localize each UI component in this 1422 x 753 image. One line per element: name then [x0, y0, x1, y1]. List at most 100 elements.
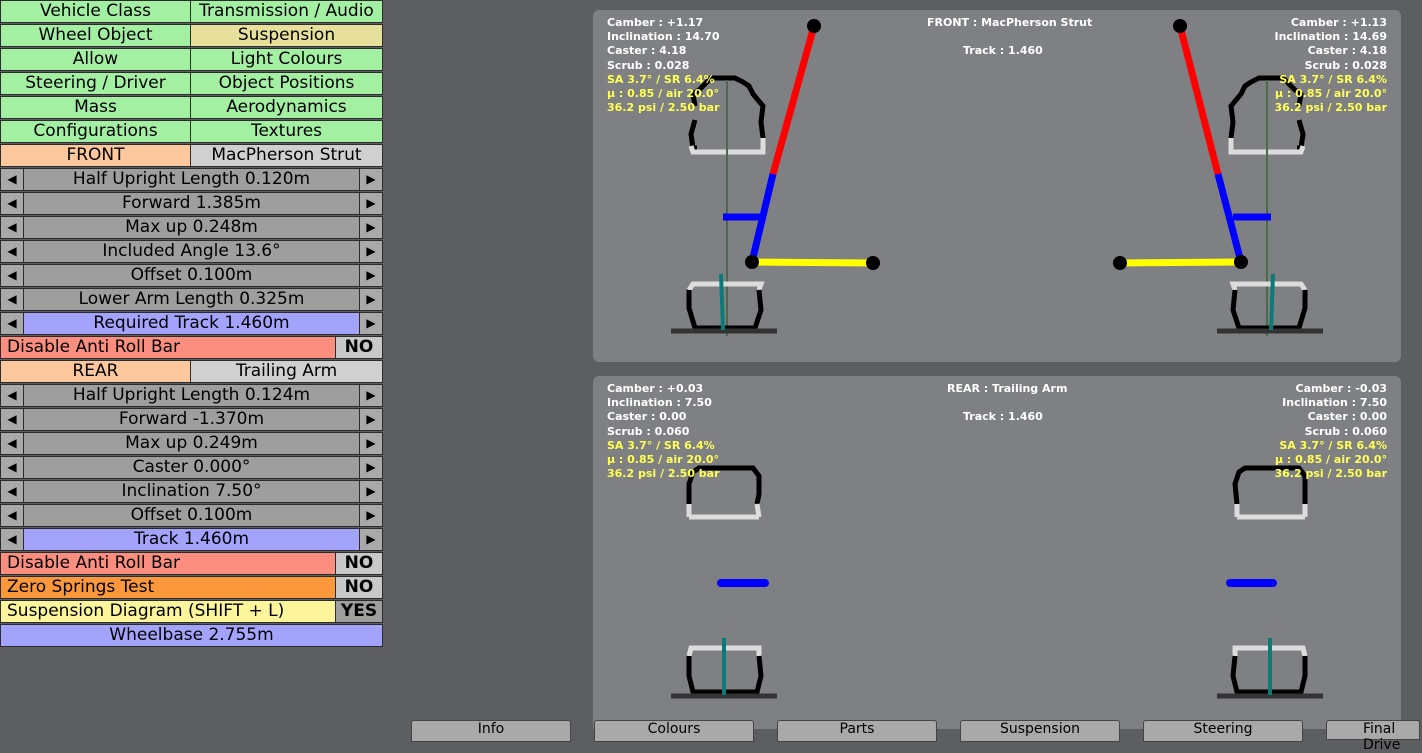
rear-header: REAR Trailing Arm — [0, 360, 383, 383]
menu-allow[interactable]: Allow — [0, 48, 191, 71]
front-anti-roll-row: Disable Anti Roll Bar NO — [0, 336, 383, 359]
decrease-arrow[interactable]: ◀ — [0, 480, 24, 503]
rear-offset[interactable]: Offset 0.100m — [23, 504, 360, 527]
front-forward[interactable]: Forward 1.385m — [23, 192, 360, 215]
rear-anti-roll-value[interactable]: NO — [335, 552, 383, 575]
front-anti-roll-value[interactable]: NO — [335, 336, 383, 359]
decrease-arrow[interactable]: ◀ — [0, 432, 24, 455]
front-left-pressure: 36.2 psi / 2.50 bar — [607, 101, 720, 115]
front-disable-anti-roll-bar[interactable]: Disable Anti Roll Bar — [0, 336, 336, 359]
tab-suspension[interactable]: Suspension — [960, 720, 1120, 742]
rear-left-scrub: Scrub : 0.060 — [607, 424, 690, 438]
menu-vehicle-class[interactable]: Vehicle Class — [0, 0, 191, 23]
tab-final-drive[interactable]: Final Drive — [1326, 720, 1420, 753]
decrease-arrow[interactable]: ◀ — [0, 528, 24, 551]
menu-row: Allow Light Colours — [0, 48, 383, 71]
wheelbase-row: Wheelbase 2.755m — [0, 624, 383, 647]
front-param-row: ◀ Required Track 1.460m ▶ — [0, 312, 383, 335]
front-left-inner-pivot — [866, 256, 880, 270]
menu-transmission-audio[interactable]: Transmission / Audio — [190, 0, 383, 23]
rear-left-slip: SA 3.7° / SR 6.4% — [607, 438, 715, 452]
menu-configurations[interactable]: Configurations — [0, 120, 191, 143]
tab-info[interactable]: Info — [411, 720, 571, 742]
decrease-arrow[interactable]: ◀ — [0, 168, 24, 191]
front-param-row: ◀ Max up 0.248m ▶ — [0, 216, 383, 239]
increase-arrow[interactable]: ▶ — [359, 216, 383, 239]
rear-axle-label[interactable]: REAR — [0, 360, 191, 383]
front-left-lower-arm — [751, 258, 874, 267]
front-included-angle[interactable]: Included Angle 13.6° — [23, 240, 360, 263]
rear-param-row: ◀ Offset 0.100m ▶ — [0, 504, 383, 527]
front-suspension-type[interactable]: MacPherson Strut — [190, 144, 383, 167]
decrease-arrow[interactable]: ◀ — [0, 216, 24, 239]
rear-left-pressure: 36.2 psi / 2.50 bar — [607, 467, 720, 481]
increase-arrow[interactable]: ▶ — [359, 528, 383, 551]
increase-arrow[interactable]: ▶ — [359, 480, 383, 503]
increase-arrow[interactable]: ▶ — [359, 432, 383, 455]
menu-suspension[interactable]: Suspension — [190, 24, 383, 47]
rear-track[interactable]: Track 1.460m — [23, 528, 360, 551]
front-max-up[interactable]: Max up 0.248m — [23, 216, 360, 239]
increase-arrow[interactable]: ▶ — [359, 384, 383, 407]
increase-arrow[interactable]: ▶ — [359, 288, 383, 311]
menu-mass[interactable]: Mass — [0, 96, 191, 119]
decrease-arrow[interactable]: ◀ — [0, 192, 24, 215]
front-right-scrub: Scrub : 0.028 — [1304, 58, 1387, 72]
front-required-track[interactable]: Required Track 1.460m — [23, 312, 360, 335]
decrease-arrow[interactable]: ◀ — [0, 240, 24, 263]
menu-aerodynamics[interactable]: Aerodynamics — [190, 96, 383, 119]
menu-wheel-object[interactable]: Wheel Object — [0, 24, 191, 47]
wheelbase-value[interactable]: Wheelbase 2.755m — [0, 624, 383, 647]
front-right-top-mount — [1173, 19, 1187, 33]
increase-arrow[interactable]: ▶ — [359, 192, 383, 215]
decrease-arrow[interactable]: ◀ — [0, 408, 24, 431]
increase-arrow[interactable]: ▶ — [359, 264, 383, 287]
rear-inclination[interactable]: Inclination 7.50° — [23, 480, 360, 503]
increase-arrow[interactable]: ▶ — [359, 312, 383, 335]
front-offset[interactable]: Offset 0.100m — [23, 264, 360, 287]
rear-left-caster: Caster : 0.00 — [607, 410, 687, 424]
decrease-arrow[interactable]: ◀ — [0, 264, 24, 287]
increase-arrow[interactable]: ▶ — [359, 240, 383, 263]
tab-colours[interactable]: Colours — [594, 720, 754, 742]
menu-steering-driver[interactable]: Steering / Driver — [0, 72, 191, 95]
increase-arrow[interactable]: ▶ — [359, 456, 383, 479]
front-lower-arm-length[interactable]: Lower Arm Length 0.325m — [23, 288, 360, 311]
front-right-upright — [1269, 273, 1275, 331]
zero-springs-value[interactable]: NO — [335, 576, 383, 599]
front-left-inclination: Inclination : 14.70 — [607, 30, 720, 44]
rear-left-camber: Camber : +0.03 — [607, 382, 704, 395]
menu-object-positions[interactable]: Object Positions — [190, 72, 383, 95]
front-half-upright-length[interactable]: Half Upright Length 0.120m — [23, 168, 360, 191]
rear-caster[interactable]: Caster 0.000° — [23, 456, 360, 479]
increase-arrow[interactable]: ▶ — [359, 408, 383, 431]
decrease-arrow[interactable]: ◀ — [0, 504, 24, 527]
front-right-tyre-top-side — [1296, 119, 1306, 151]
rear-param-row: ◀ Half Upright Length 0.124m ▶ — [0, 384, 383, 407]
decrease-arrow[interactable]: ◀ — [0, 384, 24, 407]
tab-parts[interactable]: Parts — [777, 720, 937, 742]
increase-arrow[interactable]: ▶ — [359, 168, 383, 191]
menu-light-colours[interactable]: Light Colours — [190, 48, 383, 71]
menu-textures[interactable]: Textures — [190, 120, 383, 143]
increase-arrow[interactable]: ▶ — [359, 504, 383, 527]
decrease-arrow[interactable]: ◀ — [0, 312, 24, 335]
front-right-readout: Camber : +1.13 Inclination : 14.69 Caste… — [1274, 16, 1387, 115]
rear-disable-anti-roll-bar[interactable]: Disable Anti Roll Bar — [0, 552, 336, 575]
rear-max-up[interactable]: Max up 0.249m — [23, 432, 360, 455]
rear-param-row: ◀ Track 1.460m ▶ — [0, 528, 383, 551]
decrease-arrow[interactable]: ◀ — [0, 288, 24, 311]
rear-half-upright-length[interactable]: Half Upright Length 0.124m — [23, 384, 360, 407]
rear-suspension-diagram: REAR : Trailing Arm Track : 1.460 Camber… — [593, 376, 1401, 729]
zero-springs-test[interactable]: Zero Springs Test — [0, 576, 336, 599]
rear-suspension-type[interactable]: Trailing Arm — [190, 360, 383, 383]
zero-springs-row: Zero Springs Test NO — [0, 576, 383, 599]
decrease-arrow[interactable]: ◀ — [0, 456, 24, 479]
rear-forward[interactable]: Forward -1.370m — [23, 408, 360, 431]
tab-steering[interactable]: Steering — [1143, 720, 1303, 742]
front-axle-label[interactable]: FRONT — [0, 144, 191, 167]
suspension-diagram-toggle[interactable]: Suspension Diagram (SHIFT + L) — [0, 600, 336, 623]
menu-row: Wheel Object Suspension — [0, 24, 383, 47]
suspension-diagram-value[interactable]: YES — [335, 600, 383, 623]
front-header: FRONT MacPherson Strut — [0, 144, 383, 167]
